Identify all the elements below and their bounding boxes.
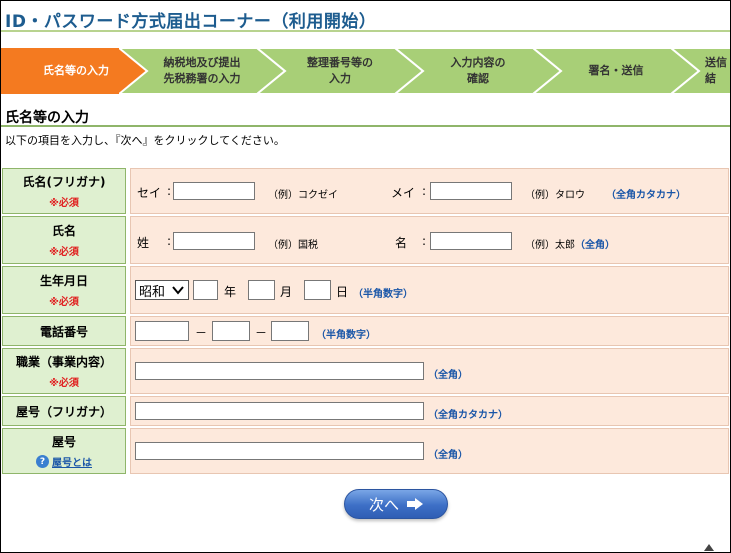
- day-input[interactable]: [304, 280, 331, 300]
- mei-example: （例）太郎: [525, 240, 575, 251]
- field-label: 屋号: [51, 435, 76, 449]
- trade-name-input[interactable]: [135, 442, 424, 460]
- format-hint: （全角カタカナ）: [606, 190, 686, 201]
- year-label: 年: [224, 285, 237, 299]
- phone-exchange-input[interactable]: [212, 321, 250, 341]
- field-cell: 昭和 年 月 日 （半角数字）: [130, 266, 729, 314]
- format-hint: （半角数字）: [353, 289, 413, 300]
- mei-example: （例）タロウ: [525, 190, 585, 201]
- section-title: 氏名等の入力: [5, 110, 89, 126]
- colon: :: [167, 184, 172, 198]
- format-hint: （半角数字）: [316, 330, 376, 341]
- format-hint: （全角カタカナ）: [428, 410, 508, 421]
- row-name-furigana: 氏名(フリガナ) ※必須 セイ : （例）コクゼイ メイ : （例）タロウ （全…: [2, 168, 730, 214]
- year-input[interactable]: [193, 280, 218, 300]
- label-cell: 電話番号: [2, 316, 126, 346]
- row-occupation: 職業（事業内容） ※必須 （全角）: [2, 348, 730, 394]
- phone-dash: －: [195, 326, 208, 340]
- sei-label: 姓: [137, 236, 150, 250]
- help-icon: ?: [36, 455, 49, 468]
- day-label: 日: [336, 285, 349, 299]
- field-label: 氏名: [51, 224, 76, 238]
- field-label: 生年月日: [39, 274, 88, 288]
- field-label: 屋号（フリガナ）: [15, 404, 112, 419]
- label-cell: 屋号 ? 屋号とは: [2, 428, 126, 474]
- trade-name-help-link[interactable]: ? 屋号とは: [36, 454, 92, 469]
- field-cell: （全角）: [130, 348, 729, 394]
- sei-example: （例）コクゼイ: [268, 190, 338, 201]
- sei-kana-input[interactable]: [173, 182, 255, 200]
- page-title: ID・パスワード方式届出コーナー（利用開始）: [5, 12, 377, 32]
- step-progress: 氏名等の入力 納税地及び提出 先税務署の入力 整理番号等の 入力 入力内容の 確…: [1, 48, 730, 94]
- month-input[interactable]: [248, 280, 275, 300]
- field-cell: （全角カタカナ）: [130, 396, 729, 426]
- phone-dash: －: [255, 326, 268, 340]
- required-mark: ※必須: [49, 297, 79, 308]
- next-button[interactable]: 次へ: [344, 489, 448, 519]
- colon: :: [167, 234, 172, 248]
- required-mark: ※必須: [49, 198, 79, 209]
- mei-label: 名: [395, 236, 408, 250]
- sei-label: セイ: [137, 186, 162, 200]
- instruction-text: 以下の項目を入力し、『次へ』をクリックしてください。: [5, 134, 285, 147]
- label-cell: 職業（事業内容） ※必須: [2, 348, 126, 394]
- sei-example: （例）国税: [268, 240, 318, 251]
- era-select[interactable]: 昭和: [135, 280, 189, 300]
- label-cell: 屋号（フリガナ）: [2, 396, 126, 426]
- row-trade-name-furigana: 屋号（フリガナ） （全角カタカナ）: [2, 396, 730, 426]
- format-hint: （全角）: [428, 450, 468, 461]
- format-hint: （全角）: [428, 370, 468, 381]
- colon: :: [422, 184, 427, 198]
- chevron-down-icon: [172, 286, 184, 295]
- step-6-send-result: 送信 結: [671, 48, 730, 94]
- row-name: 氏名 ※必須 姓 : （例）国税 名 : （例）太郎 （全角）: [2, 216, 730, 264]
- title-divider: [1, 30, 730, 32]
- trade-name-kana-input[interactable]: [135, 402, 424, 420]
- label-cell: 生年月日 ※必須: [2, 266, 126, 314]
- required-mark: ※必須: [49, 247, 79, 258]
- label-cell: 氏名 ※必須: [2, 216, 126, 264]
- section-divider: [1, 125, 730, 127]
- row-trade-name: 屋号 ? 屋号とは （全角）: [2, 428, 730, 474]
- field-label: 氏名(フリガナ): [22, 175, 106, 189]
- sei-input[interactable]: [173, 232, 255, 250]
- page-frame: ID・パスワード方式届出コーナー（利用開始） 氏名等の入力 納税地及び提出 先税…: [0, 0, 731, 553]
- phone-number-input[interactable]: [271, 321, 309, 341]
- required-mark: ※必須: [49, 378, 79, 389]
- help-link-label: 屋号とは: [52, 458, 92, 469]
- row-phone: 電話番号 － － （半角数字）: [2, 316, 730, 346]
- field-cell: （全角）: [130, 428, 729, 474]
- field-cell: セイ : （例）コクゼイ メイ : （例）タロウ （全角カタカナ）: [130, 168, 729, 214]
- label-cell: 氏名(フリガナ) ※必須: [2, 168, 126, 214]
- mei-input[interactable]: [430, 232, 512, 250]
- next-button-label: 次へ: [368, 495, 399, 514]
- field-cell: － － （半角数字）: [130, 316, 729, 346]
- month-label: 月: [280, 285, 293, 299]
- phone-area-input[interactable]: [135, 321, 189, 341]
- occupation-input[interactable]: [135, 362, 424, 380]
- mei-label: メイ: [391, 186, 416, 200]
- era-value: 昭和: [139, 284, 166, 300]
- colon: :: [422, 234, 427, 248]
- mei-kana-input[interactable]: [430, 182, 512, 200]
- field-cell: 姓 : （例）国税 名 : （例）太郎 （全角）: [130, 216, 729, 264]
- format-hint: （全角）: [575, 240, 615, 251]
- field-label: 電話番号: [39, 324, 88, 339]
- arrow-right-icon: [407, 498, 423, 510]
- row-birth-date: 生年月日 ※必須 昭和 年 月 日 （半角数字）: [2, 266, 730, 314]
- field-label: 職業（事業内容）: [15, 355, 112, 369]
- scroll-up-icon[interactable]: [704, 544, 714, 551]
